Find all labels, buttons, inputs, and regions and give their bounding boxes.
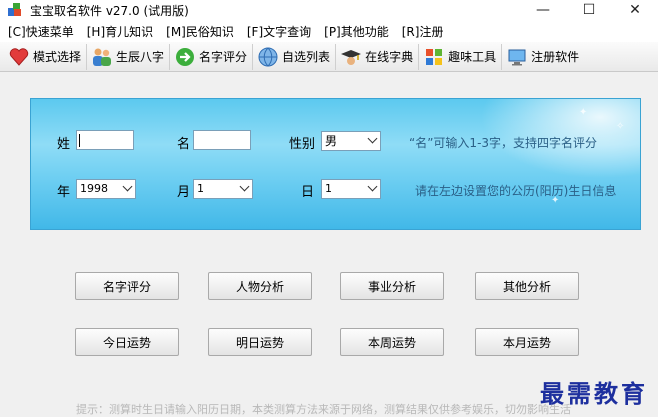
input-panel: ✦ ✧ ✦ 姓 名 性别 男 “名”可输入1-3字，支持四字名评分 年 1998… bbox=[30, 98, 641, 230]
gender-label: 性别 bbox=[289, 137, 316, 152]
surname-input[interactable] bbox=[76, 130, 134, 150]
tool-label: 自选列表 bbox=[282, 50, 331, 64]
globe-icon bbox=[257, 46, 279, 68]
tool-birth-bazi[interactable]: 生辰八字 bbox=[87, 43, 171, 70]
tool-mode-select[interactable]: 模式选择 bbox=[4, 43, 88, 70]
close-button[interactable]: ✕ bbox=[612, 0, 658, 20]
date-hint: 请在左边设置您的公历(阳历)生日信息 bbox=[415, 184, 617, 198]
month-select[interactable]: 1 bbox=[193, 179, 253, 199]
chevron-down-icon bbox=[239, 181, 250, 192]
heart-icon bbox=[8, 46, 30, 68]
tool-name-score[interactable]: 名字评分 bbox=[170, 43, 254, 70]
gender-value: 男 bbox=[325, 134, 338, 148]
today-fortune-button[interactable]: 今日运势 bbox=[75, 328, 179, 356]
tool-label: 趣味工具 bbox=[448, 50, 497, 64]
monitor-icon bbox=[506, 46, 528, 68]
menu-other[interactable]: [P]其他功能 bbox=[316, 23, 394, 40]
tool-fun-tools[interactable]: 趣味工具 bbox=[419, 43, 503, 70]
given-name-input[interactable] bbox=[193, 130, 251, 150]
arrow-right-icon bbox=[174, 46, 196, 68]
app-logo-icon bbox=[8, 3, 22, 17]
career-analysis-button[interactable]: 事业分析 bbox=[340, 272, 444, 300]
given-name-label: 名 bbox=[177, 137, 191, 152]
month-value: 1 bbox=[197, 182, 204, 195]
name-hint: “名”可输入1-3字，支持四字名评分 bbox=[409, 136, 598, 150]
tool-label: 名字评分 bbox=[199, 50, 248, 64]
chevron-down-icon bbox=[367, 181, 378, 192]
name-score-button[interactable]: 名字评分 bbox=[75, 272, 179, 300]
maximize-button[interactable]: ☐ bbox=[566, 0, 612, 20]
day-select[interactable]: 1 bbox=[321, 179, 381, 199]
menu-bar: [C]快速菜单 [H]育儿知识 [M]民俗知识 [F]文字查询 [P]其他功能 … bbox=[0, 20, 658, 42]
menu-parenting[interactable]: [H]育儿知识 bbox=[79, 23, 158, 40]
chevron-down-icon bbox=[367, 133, 378, 144]
menu-quick[interactable]: [C]快速菜单 bbox=[0, 23, 79, 40]
tool-register[interactable]: 注册软件 bbox=[502, 44, 584, 70]
tomorrow-fortune-button[interactable]: 明日运势 bbox=[208, 328, 312, 356]
surname-label: 姓 bbox=[57, 137, 71, 152]
tool-label: 注册软件 bbox=[531, 50, 580, 64]
tool-label: 在线字典 bbox=[365, 50, 414, 64]
people-icon bbox=[91, 46, 113, 68]
year-value: 1998 bbox=[80, 182, 108, 195]
sparkle-icon: ✧ bbox=[616, 121, 625, 132]
year-select[interactable]: 1998 bbox=[76, 179, 136, 199]
tool-label: 模式选择 bbox=[33, 50, 82, 64]
tool-online-dict[interactable]: 在线字典 bbox=[336, 43, 420, 70]
month-label: 月 bbox=[177, 185, 191, 200]
watermark: 最需教育 bbox=[540, 379, 648, 408]
month-fortune-button[interactable]: 本月运势 bbox=[475, 328, 579, 356]
year-label: 年 bbox=[57, 185, 71, 200]
menu-register[interactable]: [R]注册 bbox=[394, 23, 449, 40]
toolbar: 模式选择 生辰八字 名字评分 自选列表 在线字典 趣味工具 注册软件 bbox=[0, 42, 658, 72]
minimize-button[interactable]: — bbox=[520, 0, 566, 20]
graduation-cap-icon bbox=[340, 46, 362, 68]
title-bar: 宝宝取名软件 v27.0 (试用版) — ☐ ✕ bbox=[0, 0, 658, 20]
chevron-down-icon bbox=[122, 181, 133, 192]
menu-char-lookup[interactable]: [F]文字查询 bbox=[239, 23, 316, 40]
person-analysis-button[interactable]: 人物分析 bbox=[208, 272, 312, 300]
day-value: 1 bbox=[325, 182, 332, 195]
tool-custom-list[interactable]: 自选列表 bbox=[253, 43, 337, 70]
windows-logo-icon bbox=[423, 46, 445, 68]
other-analysis-button[interactable]: 其他分析 bbox=[475, 272, 579, 300]
menu-folk[interactable]: [M]民俗知识 bbox=[158, 23, 239, 40]
day-label: 日 bbox=[301, 185, 315, 200]
week-fortune-button[interactable]: 本周运势 bbox=[340, 328, 444, 356]
tool-label: 生辰八字 bbox=[116, 50, 165, 64]
window-title: 宝宝取名软件 v27.0 (试用版) bbox=[30, 3, 189, 18]
sparkle-icon: ✦ bbox=[579, 107, 588, 118]
footer-tip: 提示：测算时生日请输入阳历日期，本类测算方法来源于网络，测算结果仅供参考娱乐，切… bbox=[76, 403, 571, 416]
gender-select[interactable]: 男 bbox=[321, 131, 381, 151]
